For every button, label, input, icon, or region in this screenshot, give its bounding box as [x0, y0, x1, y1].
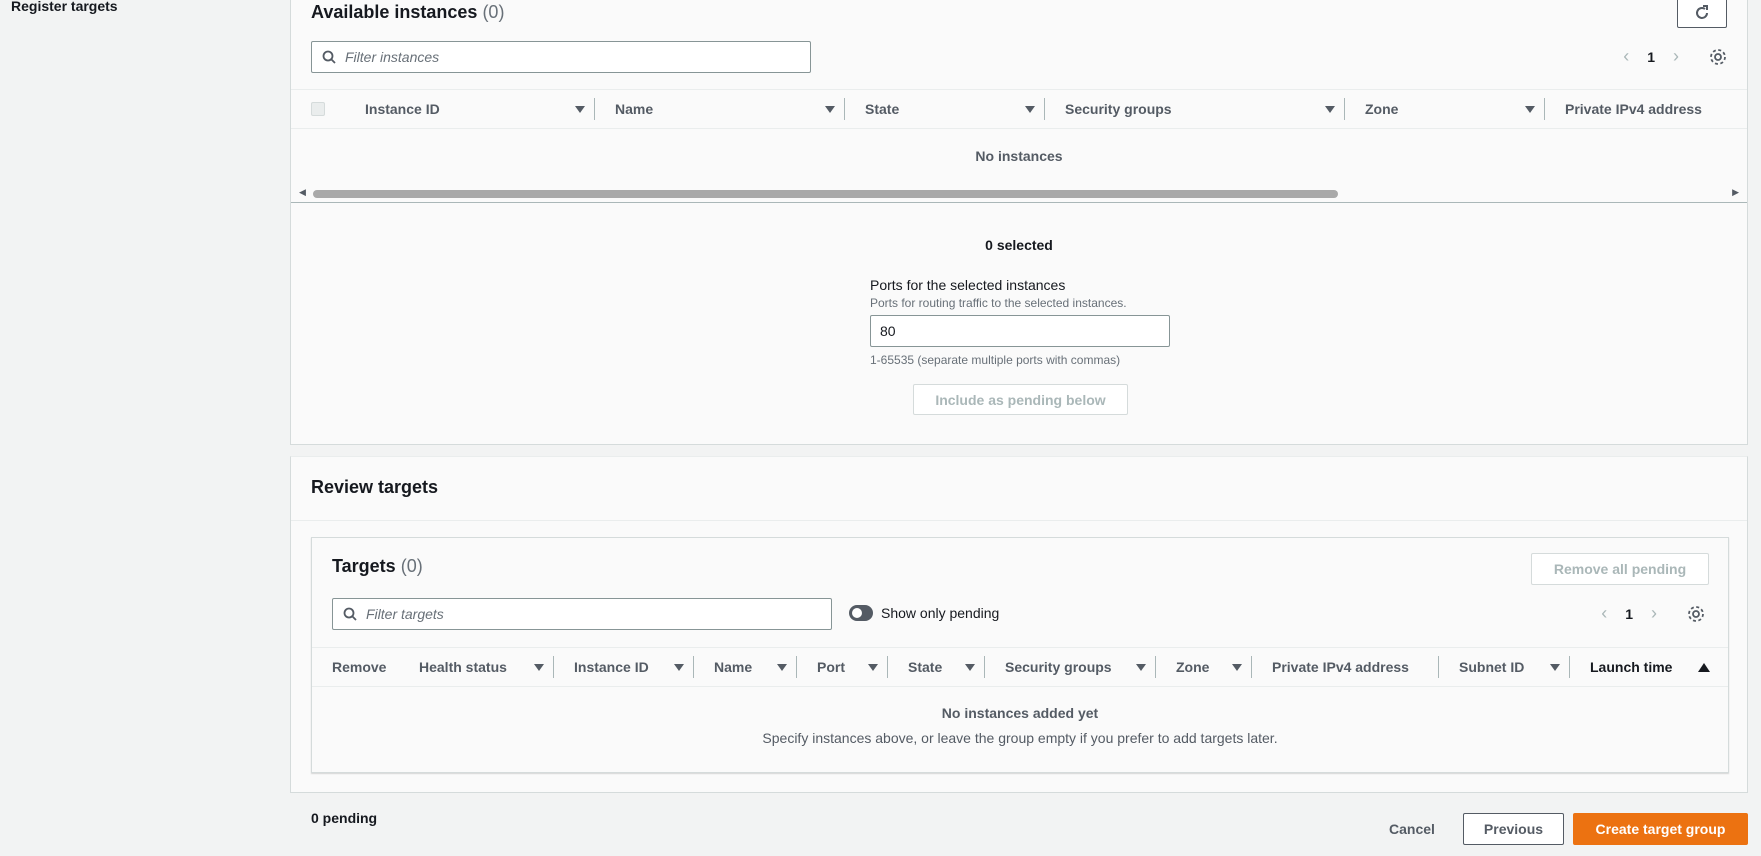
available-instances-panel: Available instances (0) Filter instances… — [290, 0, 1748, 445]
sort-ascending-icon — [1698, 662, 1710, 672]
available-instances-title: Available instances — [311, 2, 478, 22]
cancel-button[interactable]: Cancel — [1389, 821, 1435, 837]
scrollbar-thumb[interactable] — [313, 190, 1338, 198]
ports-field: Ports for the selected instances Ports f… — [870, 277, 1170, 367]
toggle-switch[interactable] — [849, 605, 873, 621]
filter-instances-input[interactable]: Filter instances — [311, 41, 811, 73]
refresh-icon — [1696, 5, 1708, 19]
select-all-checkbox[interactable] — [311, 102, 325, 116]
next-page-icon[interactable]: › — [1651, 603, 1657, 624]
sort-icon — [825, 105, 835, 113]
search-icon — [322, 50, 336, 64]
gear-icon[interactable] — [1709, 48, 1727, 66]
pending-count: 0 pending — [311, 810, 378, 826]
col-zone[interactable]: Zone — [1156, 656, 1252, 678]
col-security-groups[interactable]: Security groups — [985, 656, 1156, 678]
no-instances-description: Specify instances above, or leave the gr… — [762, 730, 1278, 746]
col-subnet-id[interactable]: Subnet ID — [1439, 656, 1570, 678]
selected-count: 0 selected — [985, 237, 1053, 253]
next-page-icon[interactable]: › — [1673, 46, 1679, 67]
col-remove: Remove — [332, 659, 387, 675]
page-number[interactable]: 1 — [1647, 49, 1655, 65]
available-instances-count: (0) — [482, 2, 505, 22]
targets-count: (0) — [400, 556, 423, 576]
review-targets-panel: Review targets Targets (0) Remove all pe… — [290, 456, 1748, 793]
col-name[interactable]: Name — [595, 98, 845, 120]
targets-pagination: ‹ 1 › — [1601, 603, 1705, 624]
no-instances-text: No instances — [975, 148, 1063, 164]
col-name[interactable]: Name — [694, 656, 797, 678]
gear-icon[interactable] — [1687, 605, 1705, 623]
targets-table-container: Targets (0) Remove all pending Filter ta… — [311, 537, 1729, 773]
sort-icon — [1525, 105, 1535, 113]
page-number[interactable]: 1 — [1625, 606, 1633, 622]
toggle-label: Show only pending — [881, 605, 1000, 621]
wizard-step-register-targets[interactable]: Register targets — [11, 0, 118, 14]
targets-heading: Targets (0) — [332, 556, 423, 577]
ports-label: Ports for the selected instances — [870, 277, 1066, 293]
ports-hint: 1-65535 (separate multiple ports with co… — [870, 353, 1121, 367]
prev-page-icon[interactable]: ‹ — [1623, 46, 1629, 67]
col-private-ipv4[interactable]: Private IPv4 address — [1252, 656, 1439, 678]
available-instances-heading: Available instances (0) — [311, 2, 504, 23]
review-targets-title: Review targets — [311, 477, 439, 497]
targets-title: Targets — [332, 556, 396, 576]
col-security-groups[interactable]: Security groups — [1045, 98, 1345, 120]
ports-input[interactable]: 80 — [870, 315, 1170, 347]
targets-table-header: Remove Health status Instance ID Name Po… — [312, 647, 1728, 687]
ports-description: Ports for routing traffic to the selecte… — [870, 296, 1127, 310]
col-launch-time[interactable]: Launch time — [1570, 656, 1720, 678]
filter-instances-placeholder: Filter instances — [345, 49, 440, 65]
include-as-pending-button[interactable]: Include as pending below — [913, 384, 1128, 415]
no-instances-added-text: No instances added yet — [941, 705, 1099, 721]
refresh-button[interactable] — [1677, 0, 1727, 28]
sort-icon — [575, 105, 585, 113]
scroll-left-icon[interactable]: ◀ — [299, 187, 306, 198]
col-port[interactable]: Port — [797, 656, 888, 678]
remove-all-pending-button[interactable]: Remove all pending — [1531, 553, 1709, 585]
sort-icon — [1325, 105, 1335, 113]
col-instance-id[interactable]: Instance ID — [554, 656, 694, 678]
previous-button[interactable]: Previous — [1463, 813, 1564, 845]
col-instance-id[interactable]: Instance ID — [345, 98, 595, 120]
create-target-group-button[interactable]: Create target group — [1573, 813, 1748, 845]
available-table-header: Instance ID Name State Security groups Z… — [291, 89, 1747, 129]
filter-targets-input[interactable]: Filter targets — [332, 598, 832, 630]
horizontal-scrollbar[interactable]: ◀ ▶ — [291, 187, 1747, 201]
prev-page-icon[interactable]: ‹ — [1601, 603, 1607, 624]
filter-targets-placeholder: Filter targets — [366, 606, 444, 622]
col-private-ipv4[interactable]: Private IPv4 address — [1545, 98, 1735, 120]
available-pagination: ‹ 1 › — [1623, 46, 1727, 67]
col-state[interactable]: State — [888, 656, 985, 678]
show-only-pending-toggle[interactable]: Show only pending — [849, 605, 999, 621]
col-health-status[interactable]: Health status — [399, 656, 554, 678]
col-state[interactable]: State — [845, 98, 1045, 120]
sort-icon — [1025, 105, 1035, 113]
col-zone[interactable]: Zone — [1345, 98, 1545, 120]
search-icon — [343, 607, 357, 621]
scroll-right-icon[interactable]: ▶ — [1732, 187, 1739, 198]
